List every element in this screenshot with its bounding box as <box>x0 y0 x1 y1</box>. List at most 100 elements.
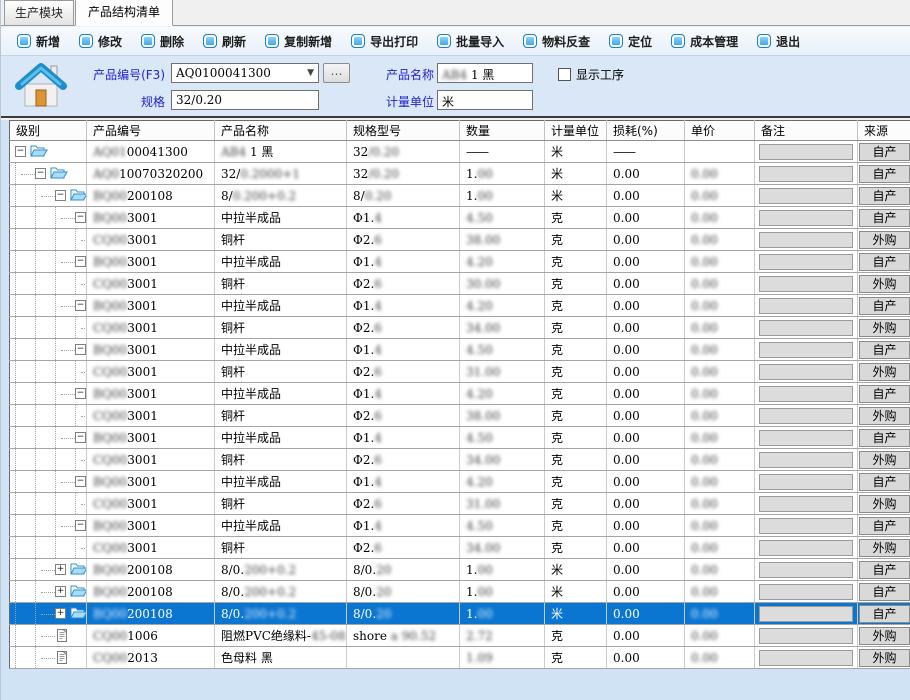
toolbar-button-icon <box>17 34 31 48</box>
column-header-1[interactable]: 产品编号 <box>87 121 215 141</box>
table-row[interactable]: −BQ003001中拉半成品Φ1.44.20克0.000.00自产 <box>10 295 910 317</box>
toolbar-button-0[interactable]: 新增 <box>17 33 60 50</box>
spec-field[interactable]: 32/0.20 <box>171 90 319 110</box>
table-row[interactable]: CQ003001铜杆Φ2.631.00克0.000.00外购 <box>10 493 910 515</box>
remark-field[interactable] <box>759 584 853 600</box>
expand-toggle[interactable]: − <box>75 388 86 399</box>
toolbar-button-1[interactable]: 修改 <box>79 33 122 50</box>
remark-cell <box>755 449 858 471</box>
remark-field[interactable] <box>759 276 853 292</box>
expand-toggle[interactable]: − <box>35 168 46 179</box>
product-no-combobox[interactable]: AQ0100041300 ▼ <box>171 63 319 83</box>
tab-product-structure-list[interactable]: 产品结构清单 <box>75 0 173 26</box>
expand-toggle[interactable]: − <box>75 344 86 355</box>
toolbar-button-5[interactable]: 导出打印 <box>351 33 418 50</box>
table-row[interactable]: CQ003001铜杆Φ2.631.00克0.000.00外购 <box>10 361 910 383</box>
table-row[interactable]: −BQ003001中拉半成品Φ1.44.50克0.000.00自产 <box>10 207 910 229</box>
remark-field[interactable] <box>759 232 853 248</box>
table-row[interactable]: CQ003001铜杆Φ2.638.00克0.000.00外购 <box>10 229 910 251</box>
expand-toggle[interactable]: − <box>55 190 66 201</box>
product-name-field[interactable]: AB4 1 黑 <box>437 63 533 83</box>
remark-field[interactable] <box>759 496 853 512</box>
expand-toggle[interactable]: + <box>55 608 66 619</box>
expand-toggle[interactable]: − <box>75 520 86 531</box>
table-row[interactable]: −BQ003001中拉半成品Φ1.44.50克0.000.00自产 <box>10 339 910 361</box>
table-row[interactable]: +BQ002001088/0.200+0.28/0.201.00米0.000.0… <box>10 581 910 603</box>
remark-field[interactable] <box>759 320 853 336</box>
expand-toggle[interactable]: − <box>15 146 26 157</box>
table-row[interactable]: CQ003001铜杆Φ2.634.00克0.000.00外购 <box>10 317 910 339</box>
table-row[interactable]: −BQ002001088/0.200+0.28/0.201.00米0.000.0… <box>10 185 910 207</box>
remark-field[interactable] <box>759 254 853 270</box>
remark-field[interactable] <box>759 606 853 622</box>
expand-toggle[interactable]: − <box>75 256 86 267</box>
table-row[interactable]: CQ003001铜杆Φ2.638.00克0.000.00外购 <box>10 405 910 427</box>
remark-field[interactable] <box>759 342 853 358</box>
toolbar-button-6[interactable]: 批量导入 <box>437 33 504 50</box>
expand-toggle[interactable]: − <box>75 476 86 487</box>
table-row[interactable]: CQ002013色母料 黑1.09克0.000.00外购 <box>10 647 910 669</box>
table-row[interactable]: CQ003001铜杆Φ2.634.00克0.000.00外购 <box>10 537 910 559</box>
toolbar-button-10[interactable]: 退出 <box>757 33 800 50</box>
table-row[interactable]: +BQ002001088/0.200+0.28/0.201.00米0.000.0… <box>10 603 910 625</box>
remark-field[interactable] <box>759 364 853 380</box>
table-row[interactable]: −BQ003001中拉半成品Φ1.44.20克0.000.00自产 <box>10 251 910 273</box>
column-header-9[interactable]: 来源 <box>858 121 910 141</box>
toolbar-button-8[interactable]: 定位 <box>609 33 652 50</box>
table-row[interactable]: −AQ01007032020032/0.2000+132/0.201.00米0.… <box>10 163 910 185</box>
expand-toggle[interactable]: − <box>75 432 86 443</box>
column-header-6[interactable]: 损耗(%) <box>607 121 685 141</box>
table-row[interactable]: −BQ003001中拉半成品Φ1.44.20克0.000.00自产 <box>10 471 910 493</box>
toolbar-button-9[interactable]: 成本管理 <box>671 33 738 50</box>
column-header-0[interactable]: 级别 <box>10 121 87 141</box>
remark-field[interactable] <box>759 386 853 402</box>
remark-field[interactable] <box>759 628 853 644</box>
table-row[interactable]: −AQ0100041300AB4 1 黑32/0.20——米——自产 <box>10 141 910 163</box>
remark-field[interactable] <box>759 408 853 424</box>
remark-field[interactable] <box>759 452 853 468</box>
remark-field[interactable] <box>759 474 853 490</box>
column-header-8[interactable]: 备注 <box>755 121 858 141</box>
home-icon[interactable] <box>15 62 67 110</box>
remark-field[interactable] <box>759 210 853 226</box>
toolbar-button-7[interactable]: 物料反查 <box>523 33 590 50</box>
toolbar-button-4[interactable]: 复制新增 <box>265 33 332 50</box>
column-header-5[interactable]: 计量单位 <box>545 121 607 141</box>
remark-field[interactable] <box>759 144 853 160</box>
remark-field[interactable] <box>759 166 853 182</box>
checkbox-icon[interactable] <box>558 68 571 81</box>
loss-cell: —— <box>607 141 685 163</box>
table-row[interactable]: CQ003001铜杆Φ2.634.00克0.000.00外购 <box>10 449 910 471</box>
remark-field[interactable] <box>759 540 853 556</box>
tree-line <box>15 515 16 536</box>
table-row[interactable]: −BQ003001中拉半成品Φ1.44.20克0.000.00自产 <box>10 383 910 405</box>
table-row[interactable]: +BQ002001088/0.200+0.28/0.201.00米0.000.0… <box>10 559 910 581</box>
browse-button[interactable]: … <box>323 63 350 83</box>
table-row[interactable]: −BQ003001中拉半成品Φ1.44.50克0.000.00自产 <box>10 515 910 537</box>
toolbar-button-3[interactable]: 刷新 <box>203 33 246 50</box>
column-header-2[interactable]: 产品名称 <box>215 121 347 141</box>
expand-toggle[interactable]: − <box>75 300 86 311</box>
tree-line <box>15 405 16 426</box>
chevron-down-icon[interactable]: ▼ <box>307 68 314 78</box>
show-process-checkbox[interactable]: 显示工序 <box>558 66 624 83</box>
remark-field[interactable] <box>759 188 853 204</box>
unit-field[interactable]: 米 <box>437 90 533 110</box>
column-header-3[interactable]: 规格型号 <box>347 121 460 141</box>
column-header-4[interactable]: 数量 <box>460 121 545 141</box>
expand-toggle[interactable]: + <box>55 586 66 597</box>
toolbar-button-2[interactable]: 删除 <box>141 33 184 50</box>
expand-toggle[interactable]: − <box>75 212 86 223</box>
table-row[interactable]: CQ003001铜杆Φ2.630.00克0.000.00外购 <box>10 273 910 295</box>
remark-field[interactable] <box>759 298 853 314</box>
remark-field[interactable] <box>759 430 853 446</box>
table-row[interactable]: CQ001006阻燃PVC绝缘料-45-08shore a 90.522.72克… <box>10 625 910 647</box>
unit-cell: 克 <box>545 449 607 471</box>
remark-field[interactable] <box>759 562 853 578</box>
expand-toggle[interactable]: + <box>55 564 66 575</box>
remark-field[interactable] <box>759 650 853 666</box>
column-header-7[interactable]: 单价 <box>685 121 755 141</box>
tab-production-module[interactable]: 生产模块 <box>4 0 74 25</box>
remark-field[interactable] <box>759 518 853 534</box>
table-row[interactable]: −BQ003001中拉半成品Φ1.44.50克0.000.00自产 <box>10 427 910 449</box>
